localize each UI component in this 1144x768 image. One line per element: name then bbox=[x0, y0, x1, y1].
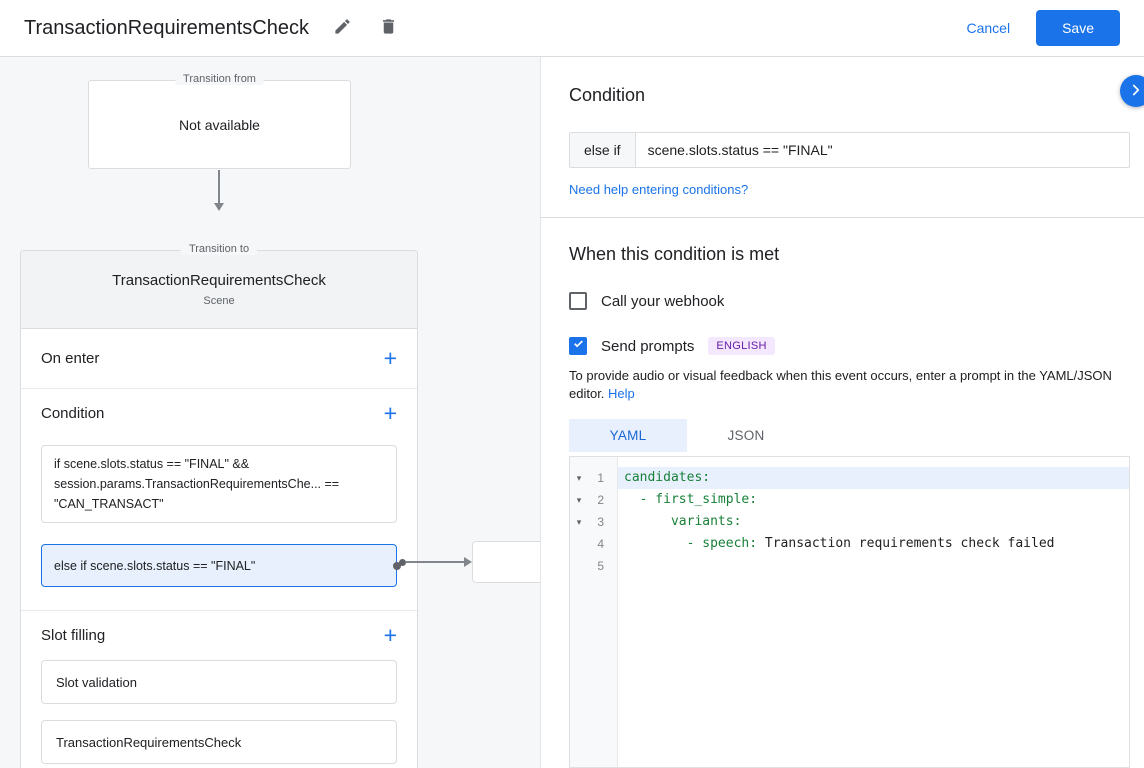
condition-prefix-label: else if bbox=[570, 133, 636, 167]
transition-target-node[interactable] bbox=[472, 541, 540, 583]
add-on-enter-button[interactable]: + bbox=[384, 347, 397, 370]
scene-card: Transition to TransactionRequirementsChe… bbox=[20, 250, 418, 768]
editor-gutter: ▾1 ▾2 ▾3 4 5 bbox=[570, 457, 618, 767]
checkmark-icon bbox=[572, 337, 585, 355]
scene-card-header[interactable]: TransactionRequirementsCheck Scene bbox=[21, 251, 417, 329]
add-slot-button[interactable]: + bbox=[384, 624, 397, 647]
panel-divider bbox=[541, 217, 1144, 218]
send-prompts-row: Send prompts ENGLISH bbox=[569, 337, 1130, 355]
webhook-row: Call your webhook bbox=[569, 292, 1130, 310]
language-badge: ENGLISH bbox=[708, 337, 774, 355]
help-link[interactable]: Help bbox=[608, 386, 635, 401]
line-number: 5 bbox=[588, 559, 610, 573]
slot-filling-row: Slot filling + bbox=[21, 611, 417, 659]
transition-from-node: Transition from Not available bbox=[88, 80, 351, 169]
code-line[interactable]: variants: bbox=[618, 511, 1129, 533]
edit-scene-button[interactable] bbox=[331, 16, 355, 40]
send-prompts-checkbox[interactable] bbox=[569, 337, 587, 355]
transition-from-label: Transition from bbox=[175, 73, 264, 85]
slot-validation-item[interactable]: Slot validation bbox=[41, 660, 397, 704]
condition-item-selected[interactable]: else if scene.slots.status == "FINAL" bbox=[41, 544, 397, 587]
fold-toggle-icon[interactable]: ▾ bbox=[570, 495, 588, 506]
condition-detail-panel: Condition else if Need help entering con… bbox=[540, 57, 1144, 768]
condition-expression-input[interactable] bbox=[636, 133, 1129, 167]
arrow-head-icon bbox=[464, 557, 472, 567]
transition-from-value: Not available bbox=[179, 117, 260, 133]
code-line[interactable] bbox=[618, 555, 1129, 577]
line-number: 1 bbox=[588, 471, 610, 485]
fold-toggle-icon[interactable]: ▾ bbox=[570, 473, 588, 484]
fold-toggle-icon[interactable]: ▾ bbox=[570, 517, 588, 528]
condition-section: Condition + if scene.slots.status == "FI… bbox=[21, 389, 417, 611]
collapse-panel-button[interactable] bbox=[1120, 75, 1144, 107]
send-prompts-label: Send prompts bbox=[601, 338, 694, 355]
arrow-head-icon bbox=[214, 203, 224, 211]
code-line[interactable]: candidates: bbox=[618, 467, 1129, 489]
when-met-title: When this condition is met bbox=[569, 244, 1130, 265]
code-line[interactable]: - first_simple: bbox=[618, 489, 1129, 511]
conditions-help-link[interactable]: Need help entering conditions? bbox=[569, 182, 748, 197]
condition-item-text: else if scene.slots.status == "FINAL" bbox=[54, 556, 255, 576]
editor-code-area[interactable]: candidates: - first_simple: variants: - … bbox=[618, 457, 1129, 767]
on-enter-row: On enter + bbox=[21, 329, 417, 389]
scene-name-title: TransactionRequirementsCheck bbox=[24, 17, 309, 40]
webhook-label: Call your webhook bbox=[601, 293, 724, 310]
prompts-description-text: To provide audio or visual feedback when… bbox=[569, 368, 1112, 401]
transition-arrow-right bbox=[399, 555, 473, 569]
delete-scene-button[interactable] bbox=[377, 16, 401, 40]
condition-section-label: Condition bbox=[41, 405, 104, 422]
line-number: 4 bbox=[588, 537, 610, 551]
webhook-checkbox[interactable] bbox=[569, 292, 587, 310]
transition-to-label: Transition to bbox=[181, 243, 257, 255]
panel-title: Condition bbox=[569, 85, 1130, 106]
trash-icon bbox=[379, 17, 398, 39]
condition-input-row: else if bbox=[569, 132, 1130, 168]
condition-section-row: Condition + bbox=[21, 389, 417, 437]
cancel-button[interactable]: Cancel bbox=[966, 20, 1010, 36]
slot-filling-section: Slot filling + Slot validation Transacti… bbox=[21, 611, 417, 768]
prompts-description: To provide audio or visual feedback when… bbox=[569, 367, 1130, 403]
condition-item[interactable]: if scene.slots.status == "FINAL" && sess… bbox=[41, 445, 397, 523]
scene-card-title: TransactionRequirementsCheck bbox=[112, 272, 326, 289]
editor-tabs: YAML JSON bbox=[569, 419, 1130, 452]
transition-arrow-down bbox=[213, 170, 225, 211]
slot-item[interactable]: TransactionRequirementsCheck bbox=[41, 720, 397, 764]
scene-card-subtitle: Scene bbox=[203, 295, 234, 307]
scene-graph-canvas[interactable]: Transition from Not available Transition… bbox=[0, 57, 540, 768]
slot-filling-label: Slot filling bbox=[41, 627, 105, 644]
tab-json[interactable]: JSON bbox=[687, 419, 805, 452]
yaml-editor[interactable]: ▾1 ▾2 ▾3 4 5 candidates: - first_simple:… bbox=[569, 456, 1130, 768]
tab-yaml[interactable]: YAML bbox=[569, 419, 687, 452]
save-button[interactable]: Save bbox=[1036, 10, 1120, 46]
chevron-right-icon bbox=[1127, 81, 1144, 102]
add-condition-button[interactable]: + bbox=[384, 402, 397, 425]
line-number: 2 bbox=[588, 493, 610, 507]
code-line[interactable]: - speech: Transaction requirements check… bbox=[618, 533, 1129, 555]
pencil-icon bbox=[333, 17, 352, 39]
top-app-bar: TransactionRequirementsCheck Cancel Save bbox=[0, 0, 1144, 57]
header-actions: Cancel Save bbox=[966, 10, 1120, 46]
on-enter-label: On enter bbox=[41, 350, 99, 367]
line-number: 3 bbox=[588, 515, 610, 529]
